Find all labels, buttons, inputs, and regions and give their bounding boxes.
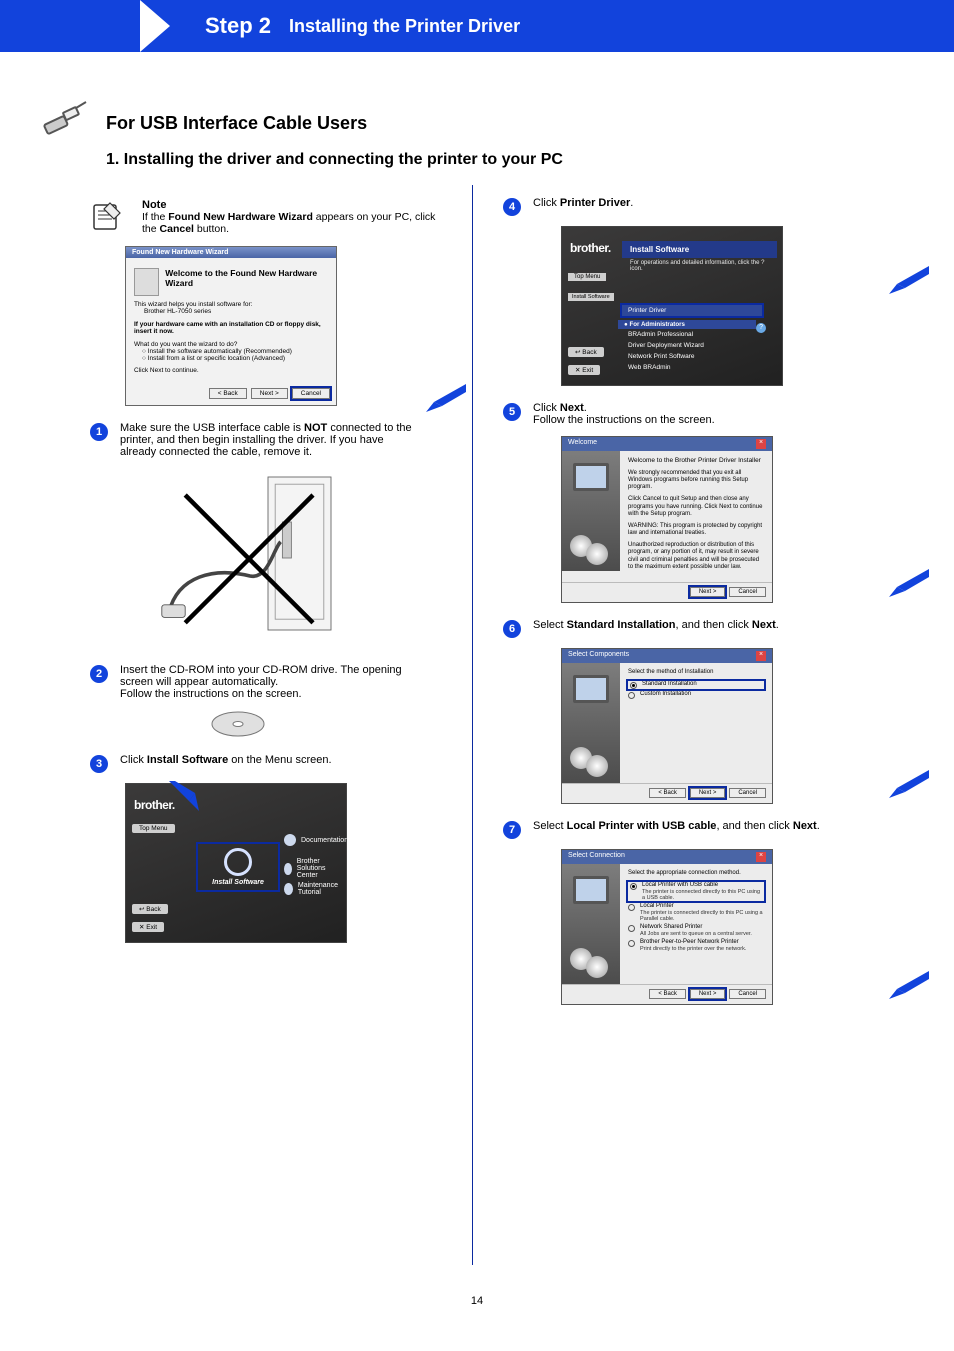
- solutions-center-tile[interactable]: Brother Solutions Center: [284, 858, 346, 879]
- fig-wizard-components: Select Components× Select the method of …: [561, 648, 905, 804]
- brand-logo: brother.: [126, 784, 346, 812]
- section-subtitle: 1. Installing the driver and connecting …: [106, 151, 914, 169]
- page-number: 14: [471, 1295, 483, 1307]
- step-number-6: 6: [503, 620, 521, 638]
- pointer-arrow: [889, 971, 929, 999]
- wizard-components-dialog: Select Components× Select the method of …: [561, 648, 773, 804]
- fig-install-software: brother. Install Software For operations…: [561, 226, 905, 386]
- step-number-2: 2: [90, 665, 108, 683]
- exit-button[interactable]: ✕ Exit: [132, 922, 164, 932]
- wizard-connection-dialog: Select Connection× Select the appropriat…: [561, 849, 773, 1005]
- hardware-icon: [134, 268, 159, 296]
- next-button[interactable]: Next >: [690, 788, 726, 798]
- exit-button[interactable]: ✕ Exit: [568, 365, 600, 375]
- fig-do-not-connect: [160, 468, 442, 648]
- header-step: Step 2: [205, 15, 271, 37]
- note-icon: [90, 199, 124, 236]
- printer-driver-item[interactable]: Printer Driver: [622, 305, 762, 316]
- note-heading: Note: [142, 199, 442, 211]
- fig-menu-screen: brother. Top Menu Install Software Docum…: [125, 783, 442, 943]
- fig-wizard-connection: Select Connection× Select the appropriat…: [561, 849, 905, 1005]
- custom-installation-radio[interactable]: Custom Installation: [628, 691, 764, 699]
- left-column: Note If the Found New Hardware Wizard ap…: [40, 181, 442, 1265]
- column-divider: [472, 185, 473, 1265]
- next-button[interactable]: Next >: [690, 587, 726, 597]
- note-block: Note If the Found New Hardware Wizard ap…: [90, 199, 442, 236]
- brother-menu-main: brother. Top Menu Install Software Docum…: [125, 783, 347, 943]
- wizard-side-image: [562, 663, 620, 783]
- driver-deployment-wizard-item[interactable]: Driver Deployment Wizard: [622, 340, 782, 351]
- step-7: 7 Select Local Printer with USB cable, a…: [503, 820, 905, 839]
- pointer-arrow: [426, 384, 466, 412]
- step-number-5: 5: [503, 403, 521, 421]
- step-1: 1 Make sure the USB interface cable is N…: [90, 422, 442, 458]
- header-arrow: [140, 0, 170, 52]
- close-icon[interactable]: ×: [756, 852, 766, 862]
- next-button[interactable]: Next >: [690, 989, 726, 999]
- usb-printer-radio[interactable]: Local Printer with USB cableThe printer …: [628, 882, 764, 901]
- network-print-software-item[interactable]: Network Print Software: [622, 351, 782, 362]
- install-software-tile[interactable]: Install Software: [198, 844, 278, 890]
- top-menu-button[interactable]: Top Menu: [568, 273, 606, 281]
- help-icon[interactable]: ?: [756, 323, 766, 333]
- fig-cdrom: [210, 710, 442, 738]
- header-title: Installing the Printer Driver: [289, 17, 520, 35]
- back-button[interactable]: ↩ Back: [132, 904, 168, 914]
- section-title: For USB Interface Cable Users: [106, 113, 367, 134]
- maintenance-tutorial-tile[interactable]: Maintenance Tutorial: [284, 882, 346, 896]
- note-text: If the Found New Hardware Wizard appears…: [142, 211, 435, 235]
- next-button[interactable]: Next >: [251, 388, 288, 399]
- pointer-arrow: [889, 266, 929, 294]
- pointer-arrow: [165, 781, 199, 811]
- install-software-button[interactable]: Install Software: [568, 293, 614, 301]
- disc-icon: [224, 848, 252, 876]
- dot-icon: [284, 863, 292, 875]
- cancel-button[interactable]: Cancel: [729, 989, 766, 999]
- page-header: Step 2 Installing the Printer Driver: [0, 0, 954, 80]
- back-button[interactable]: ↩ Back: [568, 347, 604, 357]
- header-banner: Step 2 Installing the Printer Driver: [140, 0, 954, 52]
- pointer-arrow: [889, 770, 929, 798]
- step-number-3: 3: [90, 755, 108, 773]
- section-heading: For USB Interface Cable Users: [40, 98, 914, 149]
- for-administrators-section: ● For Administrators: [618, 320, 756, 329]
- cancel-button[interactable]: Cancel: [729, 587, 766, 597]
- p2p-network-printer-radio[interactable]: Brother Peer-to-Peer Network PrinterPrin…: [628, 939, 764, 952]
- cancel-button[interactable]: Cancel: [292, 388, 330, 399]
- brother-menu-install: brother. Install Software For operations…: [561, 226, 783, 386]
- back-button[interactable]: < Back: [649, 788, 686, 798]
- wizard-side-image: [562, 864, 620, 984]
- close-icon[interactable]: ×: [756, 439, 766, 449]
- web-bradmin-item[interactable]: Web BRAdmin: [622, 362, 782, 373]
- network-shared-printer-radio[interactable]: Network Shared PrinterAll Jobs are sent …: [628, 924, 764, 937]
- back-button[interactable]: < Back: [649, 989, 686, 999]
- right-column: 4 Click Printer Driver. brother. Install…: [503, 181, 905, 1265]
- fig-found-new-hardware: Found New Hardware Wizard Welcome to the…: [125, 246, 442, 406]
- top-menu-button[interactable]: Top Menu: [132, 824, 175, 833]
- usb-icon: [40, 98, 88, 149]
- cancel-button[interactable]: Cancel: [729, 788, 766, 798]
- step-4: 4 Click Printer Driver.: [503, 197, 905, 216]
- dot-icon: [284, 834, 296, 846]
- close-icon[interactable]: ×: [756, 651, 766, 661]
- documentation-tile[interactable]: Documentation: [284, 834, 348, 846]
- dialog-found-new-hardware: Found New Hardware Wizard Welcome to the…: [125, 246, 337, 406]
- back-button[interactable]: < Back: [209, 388, 247, 399]
- fig-wizard-welcome: Welcome× Welcome to the Brother Printer …: [561, 436, 905, 603]
- standard-installation-radio[interactable]: Standard Installation: [628, 681, 764, 689]
- local-printer-radio[interactable]: Local PrinterThe printer is connected di…: [628, 903, 764, 922]
- wizard-side-image: [562, 451, 620, 571]
- step-3: 3 Click Install Software on the Menu scr…: [90, 754, 442, 773]
- install-software-title: Install Software: [622, 241, 777, 258]
- step-5: 5 Click Next. Follow the instructions on…: [503, 402, 905, 426]
- step-number-1: 1: [90, 423, 108, 441]
- pointer-arrow: [889, 569, 929, 597]
- step-2: 2 Insert the CD-ROM into your CD-ROM dri…: [90, 664, 442, 700]
- dot-icon: [284, 883, 293, 895]
- step-number-4: 4: [503, 198, 521, 216]
- wizard-welcome-dialog: Welcome× Welcome to the Brother Printer …: [561, 436, 773, 603]
- step-6: 6 Select Standard Installation, and then…: [503, 619, 905, 638]
- step-number-7: 7: [503, 821, 521, 839]
